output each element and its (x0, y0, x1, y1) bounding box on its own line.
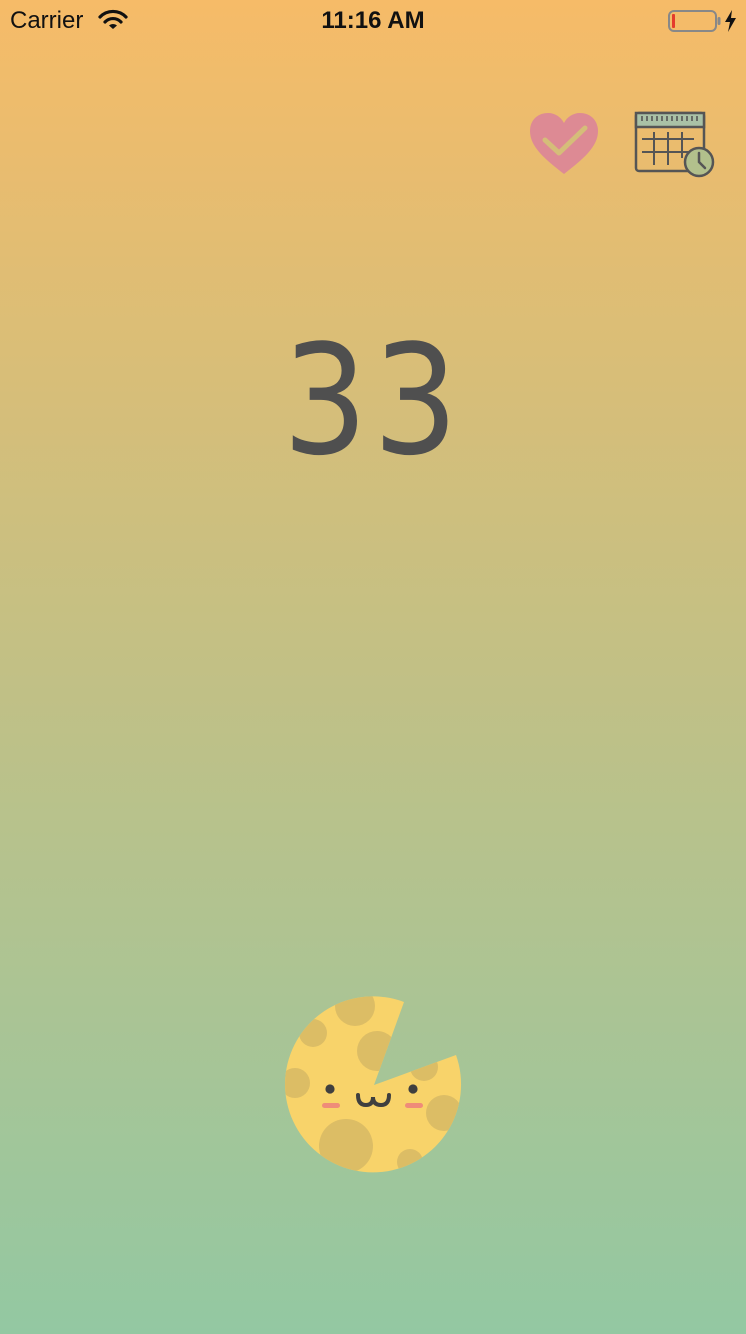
battery-low-charging-icon (668, 10, 736, 32)
counter-value: 33 (282, 312, 464, 489)
cheese-face-icon[interactable] (282, 993, 466, 1177)
app-screen: Carrier 11:16 AM 33 (0, 0, 746, 1334)
calendar-clock-icon[interactable] (632, 108, 720, 184)
heart-check-icon[interactable] (527, 110, 601, 180)
clock-time: 11:16 AM (321, 7, 425, 34)
status-bar: Carrier 11:16 AM (0, 0, 746, 42)
